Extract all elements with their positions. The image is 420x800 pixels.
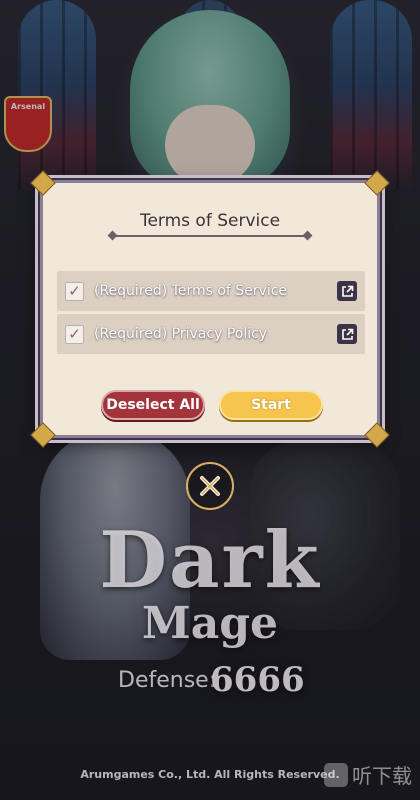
external-link-icon[interactable] (337, 281, 357, 301)
watermark-text: 听下载 (352, 764, 412, 788)
title-divider (115, 235, 305, 237)
dialog-title: Terms of Service (139, 211, 281, 231)
deselect-all-button[interactable]: Deselect All (101, 390, 205, 420)
terms-dialog: Terms of Service ✓ (Required) Terms of S… (30, 170, 390, 448)
terms-checkbox[interactable]: ✓ (65, 281, 84, 301)
privacy-policy-label: (Required) Privacy Policy (94, 326, 268, 342)
external-link-glyph (341, 328, 353, 340)
close-x-icon (200, 476, 220, 496)
checkmark-icon: ✓ (68, 324, 81, 343)
site-watermark: 听下载 (324, 760, 412, 789)
close-button[interactable] (186, 462, 234, 510)
game-logo-number: 6666 (210, 660, 305, 700)
start-button[interactable]: Start (219, 390, 323, 420)
privacy-policy-row[interactable]: ✓ (Required) Privacy Policy (57, 314, 365, 354)
external-link-icon[interactable] (337, 324, 357, 344)
game-logo-dark: Dark (99, 515, 321, 606)
game-logo-defense: Defense: (118, 668, 217, 693)
game-logo-mage: Mage (142, 598, 278, 649)
checkmark-icon: ✓ (68, 281, 81, 300)
watermark-badge-icon (324, 762, 348, 787)
external-link-glyph (341, 285, 353, 297)
terms-of-service-label: (Required) Terms of Service (94, 283, 288, 299)
terms-of-service-row[interactable]: ✓ (Required) Terms of Service (57, 271, 365, 311)
privacy-checkbox[interactable]: ✓ (65, 324, 84, 344)
